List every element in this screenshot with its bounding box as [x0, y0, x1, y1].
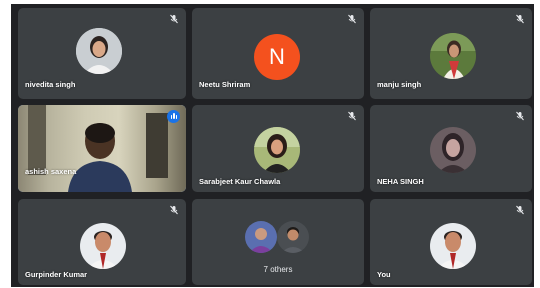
mic-off-icon [348, 14, 356, 24]
participant-name: You [377, 270, 391, 279]
others-tile[interactable]: 7 others [192, 199, 364, 285]
avatar-letter: N [254, 34, 300, 80]
avatar [430, 223, 476, 269]
participant-tile-you[interactable]: You [370, 199, 532, 285]
avatar [430, 127, 476, 173]
meeting-grid: nivedita singh N Neetu Shriram manju sin… [11, 4, 534, 287]
participant-tile-manju-singh[interactable]: manju singh [370, 8, 532, 99]
participant-name: Sarabjeet Kaur Chawla [199, 177, 281, 186]
participant-name: manju singh [377, 80, 422, 89]
avatar [254, 127, 300, 173]
mic-off-icon [516, 205, 524, 215]
participant-name: nivedita singh [25, 80, 76, 89]
participant-name: Neetu Shriram [199, 80, 251, 89]
participant-name: ashish saxena [25, 167, 77, 176]
avatar [245, 221, 277, 253]
participant-name: NEHA SINGH [377, 177, 424, 186]
mic-off-icon [170, 205, 178, 215]
mic-off-icon [348, 111, 356, 121]
participant-tile-gurpinder-kumar[interactable]: Gurpinder Kumar [18, 199, 186, 285]
participant-tile-neetu-shriram[interactable]: N Neetu Shriram [192, 8, 364, 99]
avatar [430, 33, 476, 79]
participant-video [18, 105, 186, 192]
participant-name: Gurpinder Kumar [25, 270, 88, 279]
mic-off-icon [516, 111, 524, 121]
participant-tile-nivedita-singh[interactable]: nivedita singh [18, 8, 186, 99]
avatar [80, 223, 126, 269]
speaking-indicator-icon [167, 110, 180, 123]
participant-tile-ashish-saxena[interactable]: ashish saxena [18, 105, 186, 192]
others-count-label: 7 others [263, 265, 293, 274]
mic-off-icon [516, 14, 524, 24]
avatar [76, 28, 122, 74]
participant-tile-sarabjeet-kaur-chawla[interactable]: Sarabjeet Kaur Chawla [192, 105, 364, 192]
avatar [277, 221, 309, 253]
participant-tile-neha-singh[interactable]: NEHA SINGH [370, 105, 532, 192]
mic-off-icon [170, 14, 178, 24]
